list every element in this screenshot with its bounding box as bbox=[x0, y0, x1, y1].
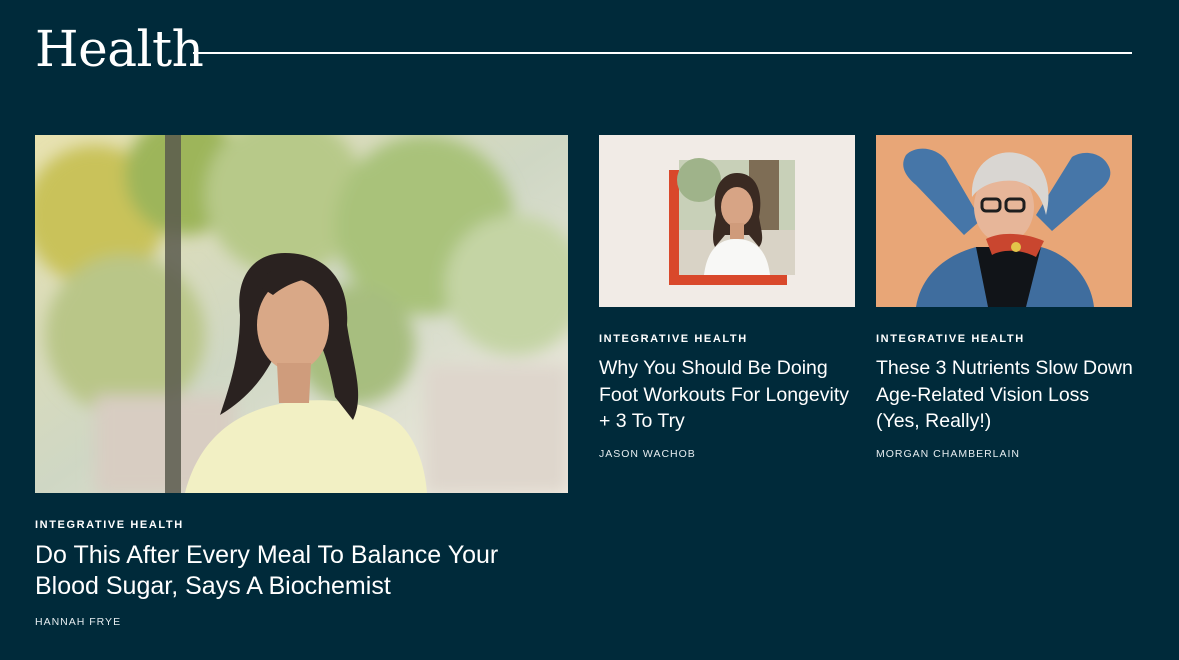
article-image[interactable] bbox=[599, 135, 855, 307]
article-image[interactable] bbox=[876, 135, 1132, 307]
article-category[interactable]: INTEGRATIVE HEALTH bbox=[35, 519, 184, 531]
article-category[interactable]: INTEGRATIVE HEALTH bbox=[599, 333, 748, 345]
section-title: Health bbox=[35, 20, 204, 78]
article-headline[interactable]: Do This After Every Meal To Balance Your… bbox=[35, 540, 568, 602]
article-author[interactable]: JASON WACHOB bbox=[599, 448, 696, 460]
article-author[interactable]: MORGAN CHAMBERLAIN bbox=[876, 448, 1020, 460]
article-card[interactable]: INTEGRATIVE HEALTH Why You Should Be Doi… bbox=[599, 135, 855, 465]
section-divider bbox=[193, 52, 1132, 54]
article-headline[interactable]: Why You Should Be Doing Foot Workouts Fo… bbox=[599, 355, 859, 435]
featured-article-image[interactable] bbox=[35, 135, 568, 493]
article-card[interactable]: INTEGRATIVE HEALTH These 3 Nutrients Slo… bbox=[876, 135, 1133, 465]
article-author[interactable]: HANNAH FRYE bbox=[35, 616, 121, 628]
article-headline[interactable]: These 3 Nutrients Slow Down Age-Related … bbox=[876, 355, 1136, 435]
section-header: Health bbox=[35, 18, 1132, 78]
featured-article-card[interactable]: INTEGRATIVE HEALTH Do This After Every M… bbox=[35, 135, 568, 635]
article-category[interactable]: INTEGRATIVE HEALTH bbox=[876, 333, 1025, 345]
